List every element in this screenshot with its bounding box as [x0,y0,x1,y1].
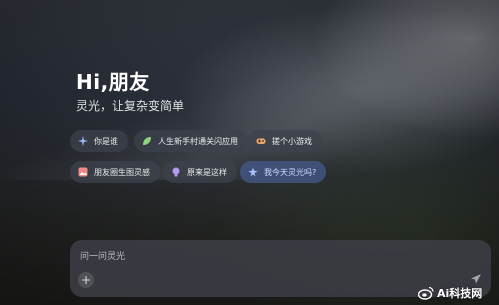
suggestion-chip-label: 原来是这样 [187,167,227,177]
watermark: Ai科技网 [418,284,482,302]
weibo-logo-icon [418,286,434,300]
magic-icon [248,167,258,177]
suggestion-chip-who-are-you[interactable]: 你是谁 [70,130,128,152]
watermark-text: Ai科技网 [437,287,483,300]
chat-input-placeholder[interactable]: 问一问灵光 [80,249,125,262]
suggestion-chip-mini-game[interactable]: 搓个小游戏 [248,130,322,152]
suggestion-chip-label: 搓个小游戏 [272,136,312,146]
image-icon [78,167,88,177]
bulb-icon [171,167,181,177]
gamepad-icon [256,136,266,146]
add-attachment-button[interactable]: + [78,272,94,288]
suggestion-chip-am-i-smart-today[interactable]: 我今天灵光吗? [240,161,327,183]
suggestion-chip-label: 我今天灵光吗? [264,167,317,177]
suggestion-chip-label: 你是谁 [94,136,118,146]
suggestion-chip-label: 朋友圈生图灵感 [94,167,150,177]
suggestion-chip-moments-image[interactable]: 朋友圈生图灵感 [70,161,160,183]
suggestion-chip-so-thats-it[interactable]: 原来是这样 [163,161,237,183]
greeting-title: Hi,朋友 [76,70,150,94]
sparkle-icon [78,136,88,146]
suggestion-chip-label: 人生新手村通关闪应用 [158,136,238,146]
plus-icon: + [80,273,92,287]
greeting-subtitle: 灵光，让复杂变简单 [76,99,185,113]
suggestion-chip-newbie-village[interactable]: 人生新手村通关闪应用 [134,130,248,152]
leaf-icon [142,136,152,146]
